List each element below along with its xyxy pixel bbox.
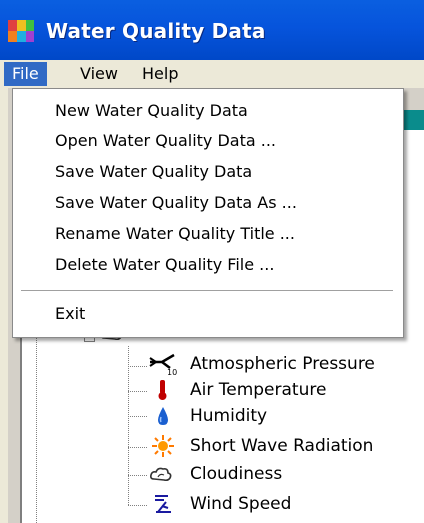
tree-item-label: Wind Speed <box>190 494 292 514</box>
svg-text:10: 10 <box>167 368 177 376</box>
cloud-icon <box>150 467 172 482</box>
thermometer-icon <box>158 380 167 400</box>
menu-item-exit[interactable]: Exit <box>55 304 85 323</box>
tree-line <box>128 366 148 367</box>
menu-item-delete-file[interactable]: Delete Water Quality File ... <box>55 255 274 274</box>
tree-item-label: Short Wave Radiation <box>190 436 374 456</box>
app-colorbar-icon <box>8 20 34 42</box>
tree-item-label: Humidity <box>190 406 268 426</box>
tree-item-label: Air Temperature <box>190 380 327 400</box>
menu-item-save-data[interactable]: Save Water Quality Data <box>55 162 252 181</box>
menu-item-rename-title[interactable]: Rename Water Quality Title ... <box>55 224 295 243</box>
tree-line <box>128 505 148 506</box>
menu-help[interactable]: Help <box>134 62 186 86</box>
menu-item-open-data[interactable]: Open Water Quality Data ... <box>55 131 276 150</box>
tree-line <box>128 447 148 448</box>
title-bar: Water Quality Data <box>0 0 424 60</box>
tree-line <box>128 416 148 417</box>
window-title: Water Quality Data <box>46 19 266 43</box>
tree-line <box>128 391 148 392</box>
wind-speed-icon <box>155 495 171 513</box>
tree-item-label: Cloudiness <box>190 464 283 484</box>
tree-item-label: Atmospheric Pressure <box>190 354 375 374</box>
menu-item-save-data-as[interactable]: Save Water Quality Data As ... <box>55 193 297 212</box>
menu-bar: File View Help <box>0 60 424 88</box>
menu-file[interactable]: File <box>4 62 47 86</box>
tree-line <box>128 346 129 506</box>
barometer-icon: 10 <box>149 353 177 376</box>
menu-separator <box>21 290 393 291</box>
water-drop-icon <box>158 407 168 425</box>
tree-line <box>128 475 148 476</box>
file-menu-dropdown: New Water Quality Data Open Water Qualit… <box>12 88 404 338</box>
menu-view[interactable]: View <box>72 62 126 86</box>
sun-icon <box>152 435 174 457</box>
menu-item-new-data[interactable]: New Water Quality Data <box>55 101 248 120</box>
